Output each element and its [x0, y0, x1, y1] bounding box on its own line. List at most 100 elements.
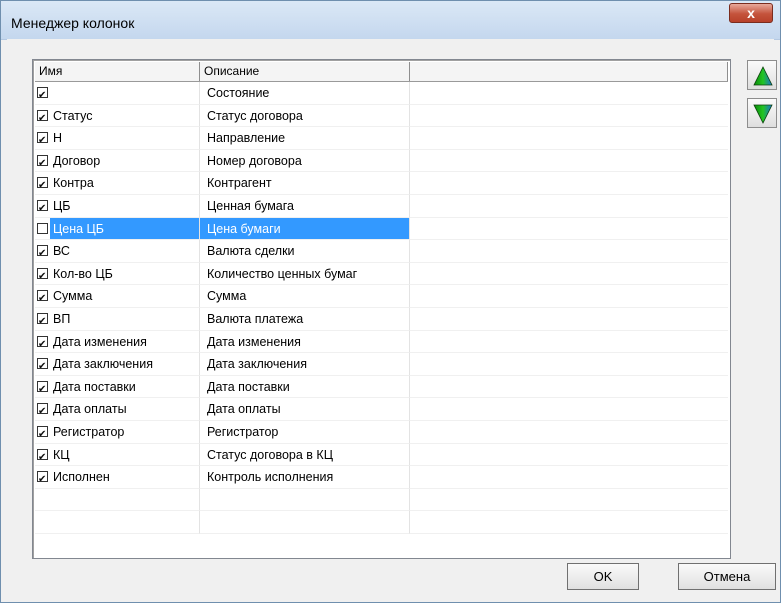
- table-row: [35, 488, 728, 512]
- visibility-checkbox[interactable]: [37, 222, 48, 234]
- description-cell: Цена бумаги: [200, 217, 410, 241]
- table-row[interactable]: ЦБ Ценная бумага: [35, 194, 728, 218]
- visibility-checkbox[interactable]: [37, 334, 48, 352]
- extra-cell: [410, 218, 728, 241]
- extra-cell: [410, 105, 728, 128]
- description-cell: Номер договора: [200, 149, 410, 173]
- visibility-checkbox[interactable]: [37, 447, 48, 465]
- table-row[interactable]: Дата поставки Дата поставки: [35, 375, 728, 399]
- close-icon: x: [747, 5, 755, 21]
- visibility-checkbox[interactable]: [37, 424, 48, 443]
- table-row[interactable]: Исполнен Контроль исполнения: [35, 466, 728, 489]
- visibility-checkbox[interactable]: [37, 85, 48, 104]
- table-row[interactable]: Дата оплаты Дата оплаты: [35, 398, 728, 421]
- column-name: ЦБ: [53, 198, 71, 213]
- extra-cell: [410, 82, 728, 105]
- table-row[interactable]: Договор Номер договора: [35, 149, 728, 173]
- table-row[interactable]: Состояние: [35, 82, 728, 105]
- description-cell: Контрагент: [200, 172, 410, 195]
- visibility-checkbox[interactable]: [37, 379, 48, 397]
- description-cell: Состояние: [200, 82, 410, 105]
- grid-rows: Состояние Статус Статус договора Н Направлен…: [35, 82, 728, 534]
- column-name: Дата изменения: [53, 334, 147, 349]
- cancel-button[interactable]: Отмена: [678, 563, 776, 590]
- visibility-checkbox[interactable]: [37, 108, 48, 126]
- dialog-title: Менеджер колонок: [11, 15, 135, 31]
- name-cell: Статус: [35, 104, 200, 128]
- table-row[interactable]: Сумма Сумма: [35, 285, 728, 308]
- description-cell: Статус договора в КЦ: [200, 443, 410, 467]
- column-name: Дата поставки: [53, 379, 136, 394]
- move-down-button[interactable]: [747, 98, 777, 128]
- table-row[interactable]: Н Направление: [35, 127, 728, 150]
- name-cell: Сумма: [35, 285, 200, 308]
- visibility-checkbox[interactable]: [37, 469, 48, 488]
- name-cell: [35, 82, 200, 105]
- description-cell: Дата заключения: [200, 353, 410, 376]
- column-name: Кол-во ЦБ: [53, 266, 113, 281]
- column-header-name[interactable]: Имя: [35, 62, 200, 81]
- visibility-checkbox[interactable]: [37, 198, 48, 217]
- extra-cell: [410, 489, 728, 512]
- column-header-extra[interactable]: [410, 62, 728, 81]
- title-bar[interactable]: Менеджер колонок x: [1, 1, 780, 40]
- table-row[interactable]: Регистратор Регистратор: [35, 420, 728, 444]
- extra-cell: [410, 398, 728, 421]
- visibility-checkbox[interactable]: [37, 311, 48, 330]
- visibility-checkbox[interactable]: [37, 356, 48, 375]
- name-cell: Дата поставки: [35, 375, 200, 399]
- visibility-checkbox[interactable]: [37, 401, 48, 420]
- column-name: Сумма: [53, 289, 93, 304]
- name-cell: Кол-во ЦБ: [35, 262, 200, 286]
- extra-cell: [410, 240, 728, 263]
- table-row[interactable]: Кол-во ЦБ Количество ценных бумаг: [35, 262, 728, 286]
- table-row[interactable]: ВП Валюта платежа: [35, 307, 728, 331]
- table-row[interactable]: Дата изменения Дата изменения: [35, 330, 728, 354]
- visibility-checkbox[interactable]: [37, 266, 48, 284]
- columns-grid[interactable]: Имя Описание Состояние Статус Статус догов…: [32, 59, 731, 559]
- table-row[interactable]: ВС Валюта сделки: [35, 240, 728, 263]
- description-cell: Количество ценных бумаг: [200, 262, 410, 286]
- grid-header: Имя Описание: [35, 62, 728, 82]
- description-cell: Дата поставки: [200, 375, 410, 399]
- table-row: [35, 511, 728, 534]
- column-header-description[interactable]: Описание: [200, 62, 410, 81]
- name-cell: Регистратор: [35, 420, 200, 444]
- close-button[interactable]: x: [729, 3, 773, 23]
- table-row[interactable]: Контра Контрагент: [35, 172, 728, 195]
- name-cell: Дата изменения: [35, 330, 200, 354]
- description-cell: Ценная бумага: [200, 194, 410, 218]
- name-cell: ЦБ: [35, 194, 200, 218]
- visibility-checkbox[interactable]: [37, 175, 48, 194]
- description-cell: Статус договора: [200, 104, 410, 128]
- table-row[interactable]: Статус Статус договора: [35, 104, 728, 128]
- name-cell: Цена ЦБ: [35, 217, 200, 241]
- visibility-checkbox[interactable]: [37, 153, 48, 171]
- column-name: Контра: [53, 176, 94, 191]
- name-cell: Дата оплаты: [35, 398, 200, 421]
- visibility-checkbox[interactable]: [37, 288, 48, 307]
- description-cell: [200, 488, 410, 512]
- table-row[interactable]: КЦ Статус договора в КЦ: [35, 443, 728, 467]
- extra-cell: [410, 444, 728, 467]
- extra-cell: [410, 421, 728, 444]
- extra-cell: [410, 511, 728, 534]
- name-cell: [35, 488, 200, 512]
- description-cell: Валюта сделки: [200, 240, 410, 263]
- name-cell: Контра: [35, 172, 200, 195]
- extra-cell: [410, 331, 728, 354]
- visibility-checkbox[interactable]: [37, 243, 48, 262]
- table-row[interactable]: Цена ЦБ Цена бумаги: [35, 217, 728, 241]
- move-up-arrow-icon: [753, 66, 773, 86]
- table-row[interactable]: Дата заключения Дата заключения: [35, 353, 728, 376]
- extra-cell: [410, 172, 728, 195]
- name-cell: [35, 511, 200, 534]
- move-up-button[interactable]: [747, 60, 777, 90]
- extra-cell: [410, 150, 728, 173]
- name-cell: ВП: [35, 307, 200, 331]
- extra-cell: [410, 285, 728, 308]
- column-name: Статус: [53, 108, 93, 123]
- name-cell: Исполнен: [35, 466, 200, 489]
- ok-button[interactable]: OK: [567, 563, 639, 590]
- visibility-checkbox[interactable]: [37, 130, 48, 149]
